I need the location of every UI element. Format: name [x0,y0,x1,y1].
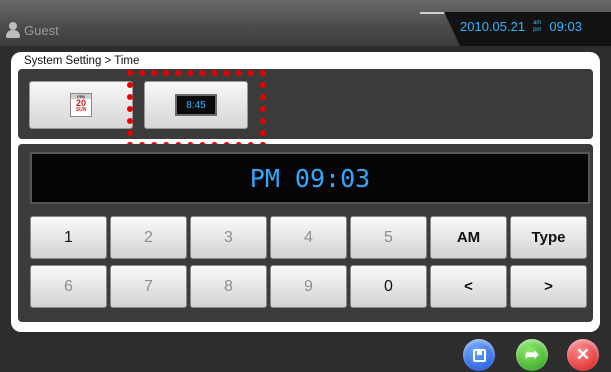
breadcrumb: System Setting > Time [24,55,140,67]
calendar-icon: FEB 20 SUN [70,93,92,117]
key-2[interactable]: 2 [110,216,187,259]
key-3[interactable]: 3 [190,216,267,259]
key-5[interactable]: 5 [350,216,427,259]
tab-date[interactable]: FEB 20 SUN [29,81,133,129]
time-text: 09:03 [549,19,582,34]
user-icon [6,22,20,38]
time-display: PM 09:03 [30,152,590,204]
key-1[interactable]: 1 [30,216,107,259]
status-clock: 2010.05.21 am pm 09:03 [460,19,582,34]
key-cursor-left[interactable]: < [430,265,507,308]
next-button[interactable]: ➦ [516,339,548,371]
ampm-indicator: am pm [533,19,542,33]
settings-panel: System Setting > Time FEB 20 SUN 8:45 PM… [11,52,600,332]
next-arrow-icon: ➦ [524,345,540,364]
tab-strip: FEB 20 SUN 8:45 [18,69,593,139]
key-9[interactable]: 9 [270,265,347,308]
top-bar: Guest 2010.05.21 am pm 09:03 [0,0,611,46]
close-icon: ✕ [575,345,591,364]
key-0[interactable]: 0 [350,265,427,308]
key-type[interactable]: Type [510,216,587,259]
selection-highlight [127,70,266,148]
save-button[interactable] [463,339,495,371]
key-6[interactable]: 6 [30,265,107,308]
date-text: 2010.05.21 [460,19,526,34]
close-button[interactable]: ✕ [567,339,599,371]
key-7[interactable]: 7 [110,265,187,308]
save-icon [472,348,486,362]
key-cursor-right[interactable]: > [510,265,587,308]
user-indicator: Guest [6,20,59,40]
key-am[interactable]: AM [430,216,507,259]
user-name: Guest [24,22,59,38]
key-8[interactable]: 8 [190,265,267,308]
key-4[interactable]: 4 [270,216,347,259]
